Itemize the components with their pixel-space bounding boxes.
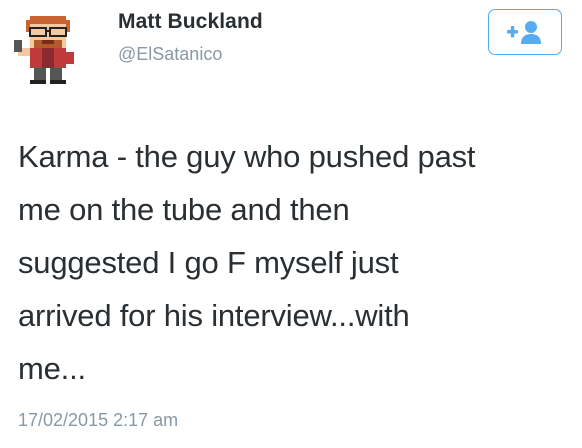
tweet-text-line: Karma - the guy who pushed past (18, 139, 476, 174)
tweet-text-line: arrived for his interview...with (18, 298, 410, 333)
tweet-text-line: suggested I go F myself just (18, 245, 399, 280)
follow-button[interactable] (488, 9, 562, 55)
user-handle[interactable]: @ElSatanico (118, 44, 222, 65)
user-display-name[interactable]: Matt Buckland (118, 10, 263, 34)
tweet-text-line: me on the tube and then (18, 192, 350, 227)
tweet-text: Karma - the guy who pushed past me on th… (18, 130, 578, 395)
tweet-card: Matt Buckland @ElSatanico Karma - the gu… (0, 0, 582, 448)
tweet-timestamp[interactable]: 17/02/2015 2:17 am (18, 410, 178, 431)
tweet-text-line: me... (18, 351, 86, 386)
pixel-art-avatar-icon (14, 16, 74, 84)
user-avatar[interactable] (10, 12, 86, 88)
follow-user-icon (507, 21, 541, 44)
